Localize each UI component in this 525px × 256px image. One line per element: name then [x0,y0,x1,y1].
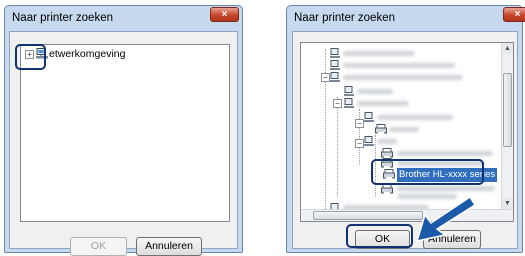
blurred-tree-item [397,186,495,191]
dialog-title: Naar printer zoeken [294,12,395,24]
scroll-up-icon[interactable]: ▲ [502,43,513,54]
computer-icon [330,60,340,70]
computer-icon [330,48,340,58]
scroll-thumb[interactable] [503,73,512,147]
tree-guide-line [337,97,338,197]
computer-icon [344,98,354,108]
blurred-tree-item [377,115,453,120]
network-tree[interactable]: + etwerkomgeving [20,44,230,222]
scroll-thumb[interactable] [313,211,423,220]
blurred-tree-item [343,51,415,56]
blurred-tree-item [389,127,419,132]
tree-item-network[interactable]: etwerkomgeving [49,48,125,60]
printer-search-dialog-left: Naar printer zoeken × + etwerkomgeving O… [4,5,243,256]
blurred-tree-item [343,75,463,80]
dialog-title: Naar printer zoeken [12,12,113,24]
ok-button-highlight [346,224,413,248]
expand-highlight [15,44,46,70]
network-tree[interactable]: − − − − Brother HL-xxxx series ▲ ▼ [300,42,514,222]
collapse-minus-icon[interactable]: − [333,99,342,108]
printer-highlight [371,159,484,185]
close-button[interactable]: × [210,7,239,22]
computer-icon [344,86,354,96]
printer-icon [375,124,387,134]
tree-guide-line [359,109,360,165]
pointer-arrow-icon [415,195,475,243]
close-button[interactable]: × [503,7,525,22]
computer-icon [364,136,374,146]
printer-search-dialog-right: Naar printer zoeken × − − − − Brother HL… [286,5,525,253]
computer-icon [330,72,340,82]
horizontal-scrollbar[interactable] [301,209,513,221]
vertical-scrollbar[interactable]: ▲ ▼ [501,43,513,221]
ok-button[interactable]: OK [70,237,127,256]
blurred-tree-item [397,151,493,156]
scroll-down-icon[interactable]: ▼ [502,198,513,209]
blurred-tree-item [357,101,409,106]
printer-icon [381,184,393,194]
dialog-body: − − − − Brother HL-xxxx series ▲ ▼ OK An… [292,31,518,249]
blurred-tree-item [357,89,393,94]
blurred-tree-item [343,63,455,68]
computer-icon [364,112,374,122]
cancel-button[interactable]: Annuleren [136,237,202,256]
blurred-tree-item [377,139,397,144]
